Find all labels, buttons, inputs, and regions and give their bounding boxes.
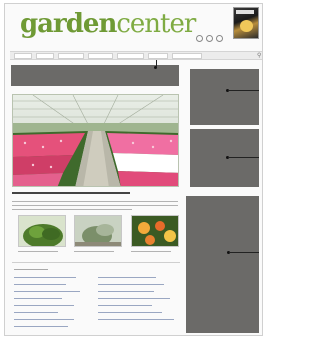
logo-center: center bbox=[116, 9, 196, 39]
news-link-right-6[interactable] bbox=[98, 312, 162, 313]
news-link-left-8[interactable] bbox=[14, 326, 68, 327]
summary-line-2 bbox=[12, 205, 178, 206]
thumbnail-plants-2[interactable] bbox=[74, 215, 122, 247]
news-link-left-2[interactable] bbox=[14, 284, 66, 285]
thumb-caption-2 bbox=[74, 251, 114, 252]
news-link-left-6[interactable] bbox=[14, 312, 58, 313]
search-icon[interactable]: ⚲ bbox=[257, 53, 261, 59]
news-link-left-1[interactable] bbox=[14, 277, 76, 278]
thumbnail-flowers[interactable] bbox=[131, 215, 179, 247]
headline-text-line bbox=[12, 192, 130, 194]
summary-line-3 bbox=[12, 209, 132, 210]
sidebar-ad-placeholder-1 bbox=[190, 69, 259, 125]
nav-item-6[interactable] bbox=[148, 53, 168, 59]
magazine-cover[interactable] bbox=[233, 7, 259, 39]
summary-line-1 bbox=[12, 201, 178, 202]
news-link-left-3[interactable] bbox=[14, 291, 80, 292]
section-divider bbox=[12, 262, 180, 263]
hero-greenhouse-image[interactable] bbox=[12, 94, 179, 187]
news-link-right-3[interactable] bbox=[98, 291, 154, 292]
news-link-right-4[interactable] bbox=[98, 298, 170, 299]
sidebar-ad-placeholder-2 bbox=[190, 129, 259, 187]
nav-item-5[interactable] bbox=[117, 53, 144, 59]
news-link-right-2[interactable] bbox=[98, 284, 164, 285]
ad-pointer-line-2 bbox=[228, 90, 259, 91]
latest-news-label-bar bbox=[14, 269, 48, 270]
ad-pointer-line-4 bbox=[229, 252, 259, 253]
news-link-left-5[interactable] bbox=[14, 305, 74, 306]
facebook-icon[interactable] bbox=[196, 35, 203, 42]
magazine-cover-image bbox=[240, 20, 253, 32]
news-link-right-5[interactable] bbox=[98, 305, 152, 306]
sidebar-ad-placeholder-3 bbox=[186, 196, 259, 333]
nav-item-7[interactable] bbox=[172, 53, 202, 59]
twitter-icon[interactable] bbox=[206, 35, 213, 42]
ad-pointer-stem-1 bbox=[156, 60, 157, 67]
news-link-right-7[interactable] bbox=[98, 319, 174, 320]
nav-item-4[interactable] bbox=[88, 53, 113, 59]
thumb-caption-1 bbox=[18, 251, 58, 252]
nav-item-3[interactable] bbox=[58, 53, 84, 59]
magazine-masthead bbox=[236, 10, 254, 14]
main-navigation: ⚲ bbox=[10, 51, 262, 60]
news-link-left-4[interactable] bbox=[14, 298, 62, 299]
ad-pointer-line-3 bbox=[228, 157, 259, 158]
thumbnail-plants-1[interactable] bbox=[18, 215, 66, 247]
rss-icon[interactable] bbox=[216, 35, 223, 42]
news-link-left-7[interactable] bbox=[14, 319, 74, 320]
nav-item-2[interactable] bbox=[36, 53, 54, 59]
nav-item-1[interactable] bbox=[14, 53, 32, 59]
site-logo[interactable]: gardencenter bbox=[20, 9, 196, 39]
thumb-caption-3 bbox=[131, 251, 171, 252]
news-link-right-1[interactable] bbox=[98, 277, 156, 278]
logo-garden: garden bbox=[20, 9, 117, 39]
